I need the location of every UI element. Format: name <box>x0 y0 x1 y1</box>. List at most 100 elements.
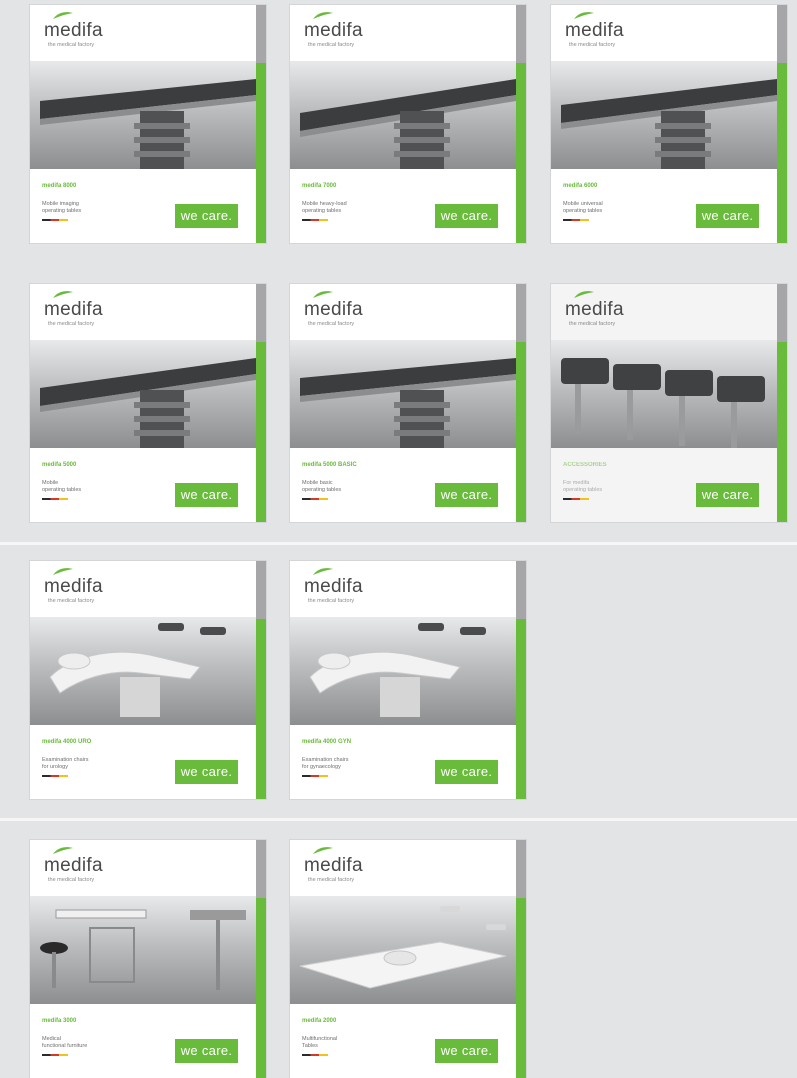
logo-leaf-icon <box>313 847 333 854</box>
logo: medifa <box>44 576 103 597</box>
accessory-post <box>575 384 581 434</box>
logo-leaf-icon <box>313 12 333 19</box>
examination-chair-icon <box>309 623 486 717</box>
couch-top <box>55 909 147 919</box>
model-name: medifa 7000 <box>302 183 337 189</box>
side-bar-gray <box>777 284 787 342</box>
brochure-card-9[interactable]: medifa the medical factory medifa 3000 M… <box>30 840 266 1078</box>
model-name: medifa 4000 GYN <box>302 739 352 745</box>
accessories-icon <box>561 358 765 448</box>
column-band <box>394 430 450 436</box>
flag-stripe <box>42 775 68 777</box>
column-band <box>134 123 190 129</box>
brochure-card-8[interactable]: medifa the medical factory medifa 4000 G… <box>290 561 526 799</box>
side-bar-green <box>256 619 266 799</box>
model-description: Mobile universal operating tables <box>563 201 603 214</box>
model-name: medifa 4000 URO <box>42 739 92 745</box>
accessory-post <box>731 402 737 448</box>
logo-tagline: the medical factory <box>308 42 355 48</box>
operating-table-icon <box>561 79 777 169</box>
logo-tagline: the medical factory <box>308 321 355 327</box>
brochure-card-1[interactable]: medifa the medical factory medifa 8000 M… <box>30 5 266 243</box>
product-photo <box>290 896 516 1004</box>
operating-table-icon <box>40 79 256 169</box>
brochure-card-7[interactable]: medifa the medical factory medifa 4000 U… <box>30 561 266 799</box>
logo-tagline: the medical factory <box>569 42 616 48</box>
flag-stripe <box>563 219 589 221</box>
side-bar-gray <box>516 840 526 898</box>
side-bar-gray <box>516 284 526 342</box>
column-band <box>394 123 450 129</box>
logo-leaf-icon <box>53 847 73 854</box>
examination-chair-icon <box>49 623 226 717</box>
model-description: For medifa operating tables <box>563 480 603 493</box>
operating-table-icon <box>40 79 256 169</box>
accessory-post <box>627 390 633 440</box>
chair-base <box>380 677 420 717</box>
product-photo <box>290 61 516 169</box>
model-description: Mobile heavy-load operating tables <box>302 201 347 214</box>
leg-support <box>418 623 444 631</box>
row-divider <box>0 542 797 545</box>
operating-table-icon <box>40 358 256 448</box>
logo-leaf-icon <box>53 12 73 19</box>
column-band <box>134 151 190 157</box>
model-description: Mobile basic operating tables <box>302 480 342 493</box>
brochure-card-5[interactable]: medifa the medical factory medifa 5000 B… <box>290 284 526 522</box>
trolley <box>89 927 135 983</box>
column-band <box>655 137 711 143</box>
model-name: medifa 5000 <box>42 462 77 468</box>
we-care-badge: we care. <box>175 204 238 228</box>
furniture-icon <box>40 909 246 990</box>
leg-support <box>440 906 460 912</box>
chair-headrest <box>57 652 91 670</box>
we-care-badge: we care. <box>696 204 759 228</box>
side-bar-green <box>516 63 526 243</box>
model-description: Examination chairs for urology <box>42 757 89 770</box>
product-photo <box>290 340 516 448</box>
product-photo <box>290 617 516 725</box>
side-bar-gray <box>256 561 266 619</box>
model-name: medifa 3000 <box>42 1018 77 1024</box>
logo-tagline: the medical factory <box>569 321 616 327</box>
logo: medifa <box>44 299 103 320</box>
column-band <box>655 123 711 129</box>
model-name: medifa 2000 <box>302 1018 337 1024</box>
logo: medifa <box>565 20 624 41</box>
model-name: medifa 5000 BASIC <box>302 462 357 468</box>
brochure-card-4[interactable]: medifa the medical factory medifa 5000 M… <box>30 284 266 522</box>
side-bar-gray <box>516 5 526 63</box>
model-name: medifa 6000 <box>563 183 598 189</box>
row-divider <box>0 818 797 821</box>
operating-table-icon <box>300 358 516 448</box>
flag-stripe <box>563 498 589 500</box>
side-bar-gray <box>256 5 266 63</box>
brochure-card-3[interactable]: medifa the medical factory medifa 6000 M… <box>551 5 787 243</box>
accessory-pad <box>665 370 713 396</box>
we-care-badge: we care. <box>435 760 498 784</box>
column-band <box>134 430 190 436</box>
multifunctional-table-icon <box>299 906 507 989</box>
we-care-badge: we care. <box>435 1039 498 1063</box>
side-bar-green <box>256 898 266 1078</box>
accessory-pad <box>561 358 609 384</box>
logo: medifa <box>44 855 103 876</box>
chair-headrest <box>317 652 351 670</box>
logo: medifa <box>304 855 363 876</box>
furniture-icon <box>40 909 246 990</box>
brochure-card-2[interactable]: medifa the medical factory medifa 7000 M… <box>290 5 526 243</box>
side-bar-green <box>516 342 526 522</box>
over-bed-table <box>190 910 246 920</box>
we-care-badge: we care. <box>175 1039 238 1063</box>
logo-leaf-icon <box>574 291 594 298</box>
logo-tagline: the medical factory <box>48 42 95 48</box>
flag-stripe <box>302 219 328 221</box>
logo: medifa <box>304 576 363 597</box>
table-post <box>216 920 220 990</box>
column-band <box>394 402 450 408</box>
brochure-card-6[interactable]: medifa the medical factory ACCESSORIES F… <box>551 284 787 522</box>
operating-table-icon <box>300 358 516 448</box>
brochure-card-10[interactable]: medifa the medical factory medifa 2000 M… <box>290 840 526 1078</box>
model-name: ACCESSORIES <box>563 462 607 468</box>
side-bar-green <box>256 63 266 243</box>
